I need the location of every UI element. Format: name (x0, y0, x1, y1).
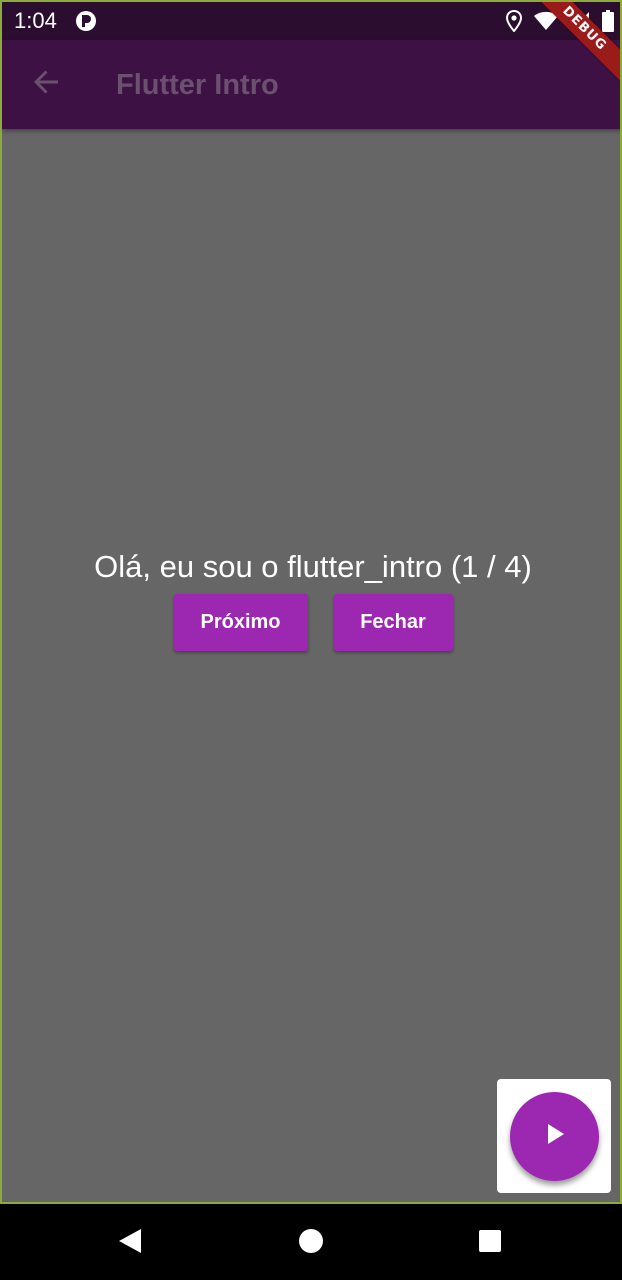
play-fab-button[interactable] (510, 1092, 599, 1181)
intro-buttons: Próximo Fechar (2, 594, 620, 651)
back-triangle-icon (118, 1228, 142, 1259)
nav-back-button[interactable] (117, 1228, 143, 1259)
p-app-icon (75, 10, 97, 32)
app-title: Flutter Intro (116, 69, 279, 101)
status-time: 1:04 (14, 8, 57, 33)
status-bar: 1:04 (2, 2, 620, 40)
close-button[interactable]: Fechar (333, 594, 453, 651)
app-bar: Flutter Intro (2, 40, 620, 129)
next-button[interactable]: Próximo (173, 594, 308, 651)
location-icon (506, 10, 522, 32)
back-button[interactable] (24, 62, 68, 106)
intro-message: Olá, eu sou o flutter_intro (1 / 4) (94, 549, 532, 584)
battery-icon (602, 10, 614, 32)
nav-recents-button[interactable] (477, 1229, 503, 1258)
play-icon (544, 1123, 566, 1150)
screen: 1:04 Flutter Intro DEBUG Olá, eu sou o f… (0, 0, 622, 1204)
arrow-back-icon (32, 68, 60, 101)
nav-home-button[interactable] (298, 1228, 324, 1259)
home-circle-icon (298, 1228, 324, 1259)
nav-bar (0, 1204, 622, 1280)
recents-square-icon (478, 1229, 502, 1258)
